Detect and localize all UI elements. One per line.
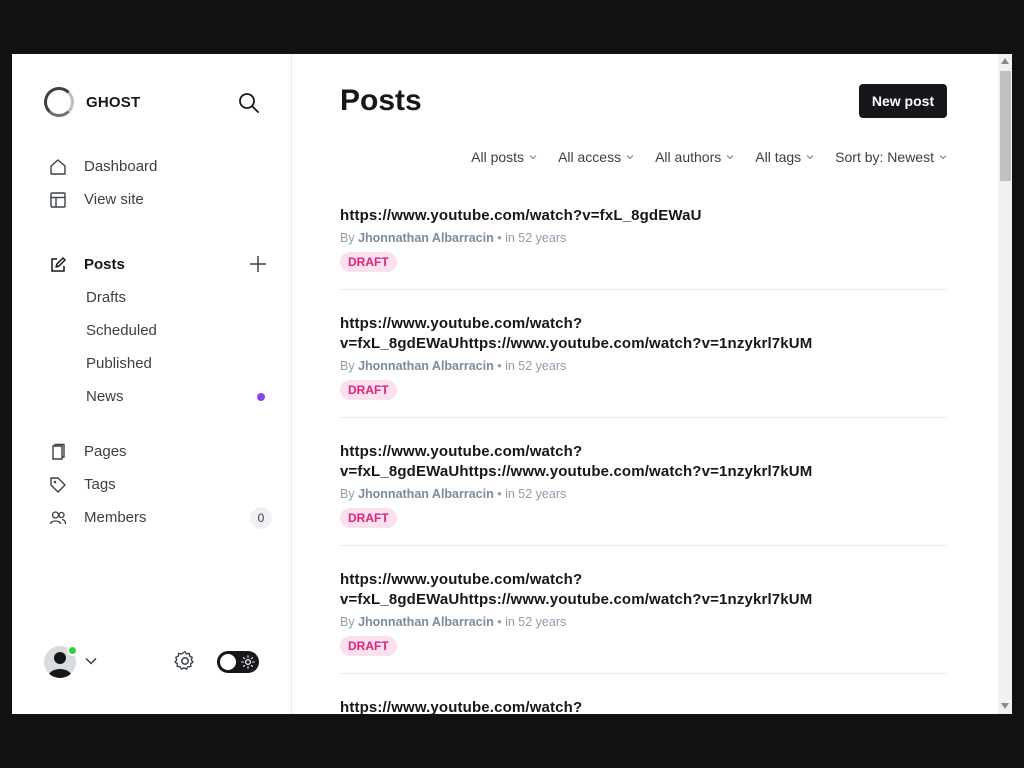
post-author: Jhonnathan Albarracin xyxy=(358,359,494,373)
post-meta: By Jhonnathan Albarracin • in 52 years xyxy=(340,230,947,246)
sidebar-item-label: News xyxy=(86,388,124,405)
chevron-down-icon xyxy=(626,155,634,160)
sidebar-item-published[interactable]: Published xyxy=(48,347,268,380)
post-time: • in 52 years xyxy=(497,487,567,501)
page-icon xyxy=(48,442,68,462)
list-item[interactable]: https://www.youtube.com/watch? v=fxL_8gd… xyxy=(340,418,947,546)
plus-icon[interactable] xyxy=(248,254,268,274)
status-badge: DRAFT xyxy=(340,636,397,656)
gear-icon[interactable] xyxy=(174,650,196,672)
filter-label: All posts xyxy=(471,149,525,165)
members-icon xyxy=(48,508,68,528)
chevron-down-icon xyxy=(529,155,537,160)
sidebar-item-label: View site xyxy=(84,191,144,208)
post-author: Jhonnathan Albarracin xyxy=(358,487,494,501)
post-author: Jhonnathan Albarracin xyxy=(358,231,494,245)
sidebar-item-news[interactable]: News xyxy=(48,380,268,413)
post-by-label: By xyxy=(340,231,355,245)
status-badge: DRAFT xyxy=(340,252,397,272)
chevron-down-icon xyxy=(726,155,734,160)
sidebar-item-label: Pages xyxy=(84,443,127,460)
post-title[interactable]: https://www.youtube.com/watch? xyxy=(340,698,947,714)
sidebar-item-view-site[interactable]: View site xyxy=(48,183,268,216)
post-list: https://www.youtube.com/watch?v=fxL_8gdE… xyxy=(340,200,947,714)
sidebar-item-posts[interactable]: Posts xyxy=(48,248,268,281)
list-item[interactable]: https://www.youtube.com/watch? v=fxL_8gd… xyxy=(340,290,947,418)
sidebar-item-label: Published xyxy=(86,355,152,372)
page-title: Posts xyxy=(340,84,422,117)
chevron-down-icon xyxy=(939,155,947,160)
list-item[interactable]: https://www.youtube.com/watch? xyxy=(340,674,947,714)
post-meta: By Jhonnathan Albarracin • in 52 years xyxy=(340,614,947,630)
filter-label: Sort by: Newest xyxy=(835,149,934,165)
filter-sort[interactable]: Sort by: Newest xyxy=(835,149,947,165)
filter-label: All access xyxy=(558,149,622,165)
new-post-button[interactable]: New post xyxy=(859,84,947,118)
filter-tags[interactable]: All tags xyxy=(755,149,814,165)
sidebar-item-label: Members xyxy=(84,509,147,526)
sidebar-item-drafts[interactable]: Drafts xyxy=(48,281,268,314)
sidebar-item-dashboard[interactable]: Dashboard xyxy=(48,150,268,183)
brand-name: GHOST xyxy=(86,93,141,111)
post-meta: By Jhonnathan Albarracin • in 52 years xyxy=(340,486,947,502)
scroll-up-arrow-icon[interactable] xyxy=(1001,58,1009,64)
sidebar: GHOST Dashboard View site Posts Drafts S… xyxy=(12,54,292,714)
tag-icon xyxy=(48,475,68,495)
post-author: Jhonnathan Albarracin xyxy=(358,615,494,629)
scroll-down-arrow-icon[interactable] xyxy=(1001,703,1009,709)
post-title[interactable]: https://www.youtube.com/watch?v=fxL_8gdE… xyxy=(340,206,947,226)
post-by-label: By xyxy=(340,615,355,629)
ghost-logo-icon xyxy=(44,87,74,117)
sun-icon xyxy=(241,655,255,669)
sidebar-item-label: Tags xyxy=(84,476,116,493)
list-item[interactable]: https://www.youtube.com/watch? v=fxL_8gd… xyxy=(340,546,947,674)
toggle-knob xyxy=(220,654,236,670)
vertical-scrollbar[interactable] xyxy=(998,54,1012,714)
dark-mode-toggle[interactable] xyxy=(217,651,259,673)
pencil-icon xyxy=(48,255,68,275)
filter-authors[interactable]: All authors xyxy=(655,149,734,165)
post-title[interactable]: https://www.youtube.com/watch? v=fxL_8gd… xyxy=(340,442,947,482)
post-by-label: By xyxy=(340,359,355,373)
posts-nav: Posts Drafts Scheduled Published News xyxy=(48,248,268,413)
scrollbar-thumb[interactable] xyxy=(1000,71,1011,181)
sidebar-item-label: Scheduled xyxy=(86,322,157,339)
post-time: • in 52 years xyxy=(497,615,567,629)
filter-access[interactable]: All access xyxy=(558,149,634,165)
chevron-down-icon[interactable] xyxy=(84,654,98,668)
brand[interactable]: GHOST xyxy=(44,86,140,118)
sidebar-footer xyxy=(44,644,260,680)
secondary-nav: Pages Tags Members 0 xyxy=(48,435,272,534)
post-time: • in 52 years xyxy=(497,231,567,245)
main-content: Posts New post All posts All access All … xyxy=(293,54,998,714)
post-by-label: By xyxy=(340,487,355,501)
primary-nav: Dashboard View site xyxy=(48,150,268,216)
sidebar-item-members[interactable]: Members 0 xyxy=(48,501,272,534)
sidebar-item-label: Dashboard xyxy=(84,158,158,175)
post-title[interactable]: https://www.youtube.com/watch? v=fxL_8gd… xyxy=(340,570,947,610)
app-window: GHOST Dashboard View site Posts Drafts S… xyxy=(12,54,1012,714)
members-count-badge: 0 xyxy=(250,507,272,529)
list-item[interactable]: https://www.youtube.com/watch?v=fxL_8gdE… xyxy=(340,200,947,290)
post-time: • in 52 years xyxy=(497,359,567,373)
chevron-down-icon xyxy=(806,155,814,160)
sidebar-item-scheduled[interactable]: Scheduled xyxy=(48,314,268,347)
status-badge: DRAFT xyxy=(340,508,397,528)
filter-label: All authors xyxy=(655,149,722,165)
online-status-dot xyxy=(67,645,78,656)
filter-bar: All posts All access All authors All tag… xyxy=(471,149,947,165)
post-meta: By Jhonnathan Albarracin • in 52 years xyxy=(340,358,947,374)
search-icon[interactable] xyxy=(238,92,260,114)
status-badge: DRAFT xyxy=(340,380,397,400)
post-title[interactable]: https://www.youtube.com/watch? v=fxL_8gd… xyxy=(340,314,947,354)
news-indicator-dot xyxy=(257,393,265,401)
filter-label: All tags xyxy=(755,149,802,165)
sidebar-item-pages[interactable]: Pages xyxy=(48,435,268,468)
filter-post-type[interactable]: All posts xyxy=(471,149,537,165)
sidebar-item-tags[interactable]: Tags xyxy=(48,468,268,501)
home-icon xyxy=(48,157,68,177)
sidebar-item-label: Posts xyxy=(84,256,125,273)
layout-icon xyxy=(48,190,68,210)
sidebar-item-label: Drafts xyxy=(86,289,127,306)
